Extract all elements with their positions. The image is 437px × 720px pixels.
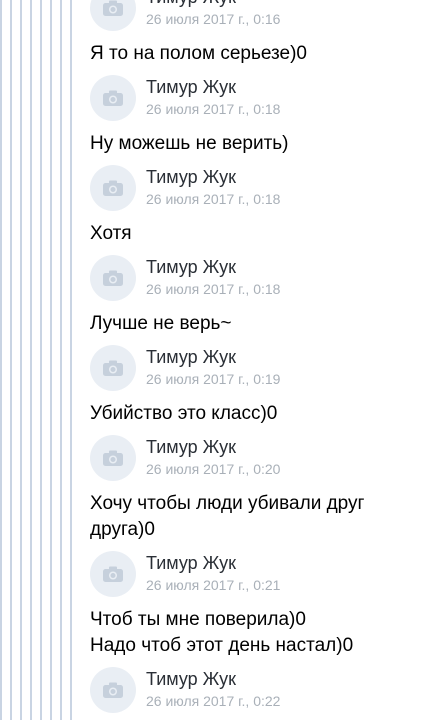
message: Тимур Жук 26 июля 2017 г., 0:19 Убийство… xyxy=(0,343,437,433)
message: Тимур Жук 26 июля 2017 г., 0:21 Чтоб ты … xyxy=(0,549,437,665)
message: Тимур Жук 26 июля 2017 г., 0:20 Хочу что… xyxy=(0,433,437,549)
message-header: Тимур Жук 26 июля 2017 г., 0:19 xyxy=(90,343,437,401)
message-line: Я то на полом серьезе)0 xyxy=(90,43,307,64)
message-text: Лучше не верь~ xyxy=(90,311,437,343)
author-name[interactable]: Тимур Жук xyxy=(146,167,236,187)
author-name[interactable]: Тимур Жук xyxy=(146,0,236,7)
message-line: Хотя xyxy=(90,223,132,244)
message-header: Тимур Жук 26 июля 2017 г., 0:18 xyxy=(90,73,437,131)
message-date: 26 июля 2017 г., 0:19 xyxy=(146,371,281,387)
author-name[interactable]: Тимур Жук xyxy=(146,77,236,97)
message-text: Хотя xyxy=(90,221,437,253)
message-date: 26 июля 2017 г., 0:22 xyxy=(146,693,281,709)
message-header: Тимур Жук 26 июля 2017 г., 0:20 xyxy=(90,433,437,491)
message-line: Хочу чтобы люди убивали друг друга)0 xyxy=(90,493,370,540)
message-header: Тимур Жук 26 июля 2017 г., 0:16 xyxy=(90,0,437,41)
message-line: Убийство это класс)0 xyxy=(90,403,278,424)
message-text: Хочу чтобы люди убивали друг друга)0 xyxy=(90,491,437,549)
camera-icon xyxy=(103,360,123,376)
message: Тимур Жук 26 июля 2017 г., 0:22 Надо еще… xyxy=(0,665,437,720)
message: Тимур Жук 26 июля 2017 г., 0:16 Я то на … xyxy=(0,0,437,73)
avatar[interactable] xyxy=(90,75,136,121)
message-text: Ну можешь не верить) xyxy=(90,131,437,163)
avatar[interactable] xyxy=(90,667,136,713)
message: Тимур Жук 26 июля 2017 г., 0:18 Хотя xyxy=(0,163,437,253)
author-name[interactable]: Тимур Жук xyxy=(146,437,236,457)
camera-icon xyxy=(103,450,123,466)
camera-icon xyxy=(103,566,123,582)
message-text: Убийство это класс)0 xyxy=(90,401,437,433)
camera-icon xyxy=(103,0,123,16)
message-header: Тимур Жук 26 июля 2017 г., 0:18 xyxy=(90,163,437,221)
avatar[interactable] xyxy=(90,255,136,301)
avatar[interactable] xyxy=(90,551,136,597)
message-header: Тимур Жук 26 июля 2017 г., 0:22 xyxy=(90,665,437,720)
message-line: Ну можешь не верить) xyxy=(90,133,289,154)
camera-icon xyxy=(103,180,123,196)
message-date: 26 июля 2017 г., 0:18 xyxy=(146,191,281,207)
message-header: Тимур Жук 26 июля 2017 г., 0:18 xyxy=(90,253,437,311)
message-line: Чтоб ты мне поверила)0 xyxy=(90,609,306,630)
author-name[interactable]: Тимур Жук xyxy=(146,669,236,689)
message: Тимур Жук 26 июля 2017 г., 0:18 Лучше не… xyxy=(0,253,437,343)
message-line: Лучше не верь~ xyxy=(90,313,232,334)
message-text: Я то на полом серьезе)0 xyxy=(90,41,437,73)
camera-icon xyxy=(103,682,123,698)
avatar[interactable] xyxy=(90,165,136,211)
camera-icon xyxy=(103,270,123,286)
message-date: 26 июля 2017 г., 0:21 xyxy=(146,577,281,593)
camera-icon xyxy=(103,90,123,106)
message-date: 26 июля 2017 г., 0:20 xyxy=(146,461,281,477)
avatar[interactable] xyxy=(90,0,136,31)
message-date: 26 июля 2017 г., 0:18 xyxy=(146,281,281,297)
message-list: Тимур Жук 26 июля 2017 г., 0:16 Я то на … xyxy=(0,0,437,720)
author-name[interactable]: Тимур Жук xyxy=(146,347,236,367)
message: Тимур Жук 26 июля 2017 г., 0:18 Ну можеш… xyxy=(0,73,437,163)
avatar[interactable] xyxy=(90,435,136,481)
message-date: 26 июля 2017 г., 0:18 xyxy=(146,101,281,117)
author-name[interactable]: Тимур Жук xyxy=(146,553,236,573)
message-line: Надо чтоб этот день настал)0 xyxy=(90,635,354,656)
message-header: Тимур Жук 26 июля 2017 г., 0:21 xyxy=(90,549,437,607)
avatar[interactable] xyxy=(90,345,136,391)
author-name[interactable]: Тимур Жук xyxy=(146,257,236,277)
message-text: Чтоб ты мне поверила)0 Надо чтоб этот ден… xyxy=(90,607,437,665)
message-date: 26 июля 2017 г., 0:16 xyxy=(146,11,281,27)
